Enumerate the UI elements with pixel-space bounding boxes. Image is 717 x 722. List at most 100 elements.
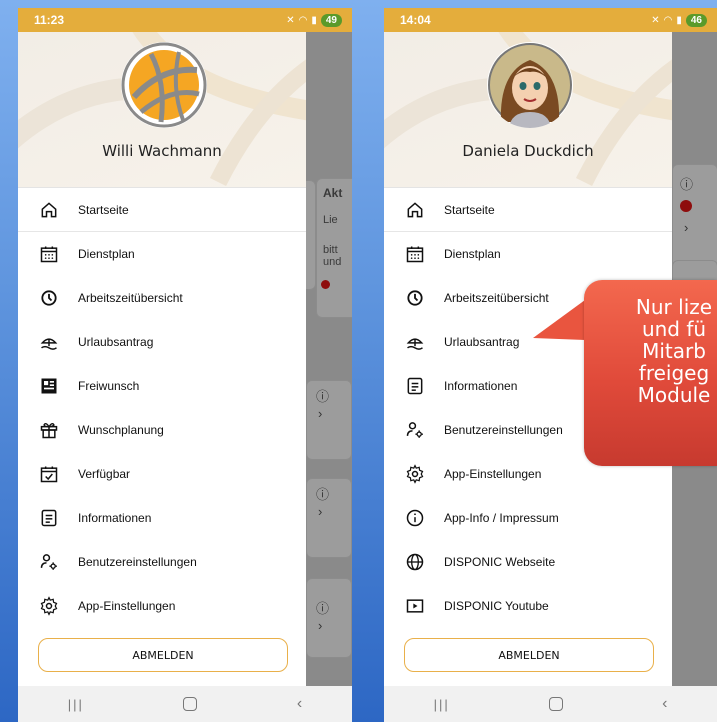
calendar-icon (404, 243, 426, 265)
avatar[interactable] (487, 42, 573, 128)
battery-indicator: 49 (320, 13, 342, 27)
background-text: bitt (323, 244, 338, 256)
chevron-right-icon: › (684, 220, 689, 235)
status-bar: 11:23 ✕ ◠ ▮ 49 (18, 8, 352, 32)
signal-icon: ▮ (676, 14, 682, 26)
menu-item-startseite[interactable]: Startseite (384, 188, 672, 232)
menu-item-urlaubsantrag[interactable]: Urlaubsantrag (18, 320, 306, 364)
document-icon (38, 507, 60, 529)
wifi-icon: ◠ (663, 14, 673, 26)
background-card-title: Akt (323, 186, 343, 200)
home-icon (38, 199, 60, 221)
wifi-icon: ◠ (298, 14, 308, 26)
menu-item-label: App-Einstellungen (444, 467, 542, 481)
menu-item-label: App-Info / Impressum (444, 511, 559, 525)
calendar-check-icon (38, 463, 60, 485)
recent-apps-icon[interactable]: ||| (68, 697, 84, 712)
drawer-menu: Startseite Dienstplan Arbeitszeitübersic… (18, 188, 306, 628)
menu-item-label: Urlaubsantrag (78, 335, 154, 349)
menu-item-label: Benutzereinstellungen (444, 423, 563, 437)
user-settings-icon (38, 551, 60, 573)
status-time: 14:04 (400, 13, 431, 27)
home-button-icon[interactable] (183, 697, 198, 711)
user-portrait-icon (488, 43, 572, 128)
menu-item-label: Wunschplanung (78, 423, 164, 437)
system-navigation-bar: ||| ‹ (18, 686, 352, 722)
info-icon: ⓘ (316, 487, 330, 502)
menu-item-label: Startseite (78, 202, 129, 217)
menu-item-informationen[interactable]: Informationen (18, 496, 306, 540)
menu-item-benutzereinstellungen[interactable]: Benutzereinstellungen (18, 540, 306, 584)
menu-item-arbeitszeituebersicht[interactable]: Arbeitszeitübersicht (18, 276, 306, 320)
user-settings-icon (404, 419, 426, 441)
callout-text: Nur lize und fü Mitarb freigeg Module (635, 295, 713, 407)
gear-icon (38, 595, 60, 617)
gift-icon (38, 419, 60, 441)
menu-item-label: DISPONIC Webseite (444, 555, 556, 569)
background-text: Lie (323, 214, 338, 226)
user-name: Daniela Duckdich (462, 142, 594, 160)
drawer-header: Daniela Duckdich (384, 32, 672, 188)
menu-item-app-info[interactable]: App-Info / Impressum (384, 496, 672, 540)
clock-icon (38, 287, 60, 309)
menu-item-wunschplanung[interactable]: Wunschplanung (18, 408, 306, 452)
menu-item-dienstplan[interactable]: Dienstplan (18, 232, 306, 276)
chevron-right-icon: › (318, 504, 323, 519)
menu-item-label: Urlaubsantrag (444, 335, 520, 349)
logout-button[interactable]: ABMELDEN (404, 638, 654, 672)
menu-item-dienstplan[interactable]: Dienstplan (384, 232, 672, 276)
status-dot (321, 280, 330, 289)
freiwunsch-icon (38, 375, 60, 397)
mute-icon: ✕ (286, 14, 295, 26)
system-navigation-bar: ||| ‹ (384, 686, 717, 722)
status-time: 11:23 (34, 13, 65, 27)
globe-icon (404, 551, 426, 573)
status-dot (680, 200, 692, 212)
drawer-header: Willi Wachmann (18, 32, 306, 188)
status-bar: 14:04 ✕ ◠ ▮ 46 (384, 8, 717, 32)
menu-item-label: Dienstplan (78, 247, 135, 261)
background-text: und (323, 256, 342, 268)
clock-icon (404, 287, 426, 309)
chevron-right-icon: › (318, 618, 323, 633)
phone-screen-left: Akt Lie bitt und ⓘ › ⓘ › ⓘ › 11:23 ✕ ◠ ▮… (18, 8, 352, 722)
info-icon (404, 507, 426, 529)
recent-apps-icon[interactable]: ||| (434, 697, 450, 712)
home-icon (404, 199, 426, 221)
avatar[interactable] (121, 42, 207, 128)
logout-button[interactable]: ABMELDEN (38, 638, 288, 672)
navigation-drawer: Willi Wachmann Startseite Dienstplan Arb… (18, 32, 306, 686)
signal-icon: ▮ (311, 14, 317, 26)
vacation-icon (38, 331, 60, 353)
menu-item-label: Informationen (78, 511, 152, 525)
menu-item-verfuegbar[interactable]: Verfügbar (18, 452, 306, 496)
menu-item-disponic-webseite[interactable]: DISPONIC Webseite (384, 540, 672, 584)
disponic-logo-icon (121, 42, 207, 128)
background-card[interactable] (306, 578, 352, 658)
menu-item-label: Freiwunsch (78, 379, 140, 393)
menu-item-startseite[interactable]: Startseite (18, 188, 306, 232)
menu-item-label: Dienstplan (444, 247, 501, 261)
info-icon: ⓘ (316, 601, 330, 616)
menu-item-label: Startseite (444, 202, 495, 217)
menu-item-label: DISPONIC Youtube (444, 599, 549, 613)
vacation-icon (404, 331, 426, 353)
calendar-icon (38, 243, 60, 265)
chevron-right-icon: › (318, 406, 323, 421)
info-icon: ⓘ (316, 389, 330, 404)
menu-item-label: Verfügbar (78, 467, 131, 481)
info-icon: ⓘ (680, 177, 694, 192)
gear-icon (404, 463, 426, 485)
menu-item-label: Benutzereinstellungen (78, 555, 197, 569)
menu-item-label: App-Einstellungen (78, 599, 176, 613)
menu-item-app-einstellungen[interactable]: App-Einstellungen (18, 584, 306, 628)
menu-item-disponic-youtube[interactable]: DISPONIC Youtube (384, 584, 672, 628)
home-button-icon[interactable] (548, 697, 563, 711)
back-icon[interactable]: ‹ (662, 695, 667, 713)
callout-pointer (533, 300, 585, 340)
document-icon (404, 375, 426, 397)
battery-indicator: 46 (685, 13, 707, 27)
background-card[interactable] (672, 164, 717, 274)
back-icon[interactable]: ‹ (297, 695, 302, 713)
menu-item-freiwunsch[interactable]: Freiwunsch (18, 364, 306, 408)
